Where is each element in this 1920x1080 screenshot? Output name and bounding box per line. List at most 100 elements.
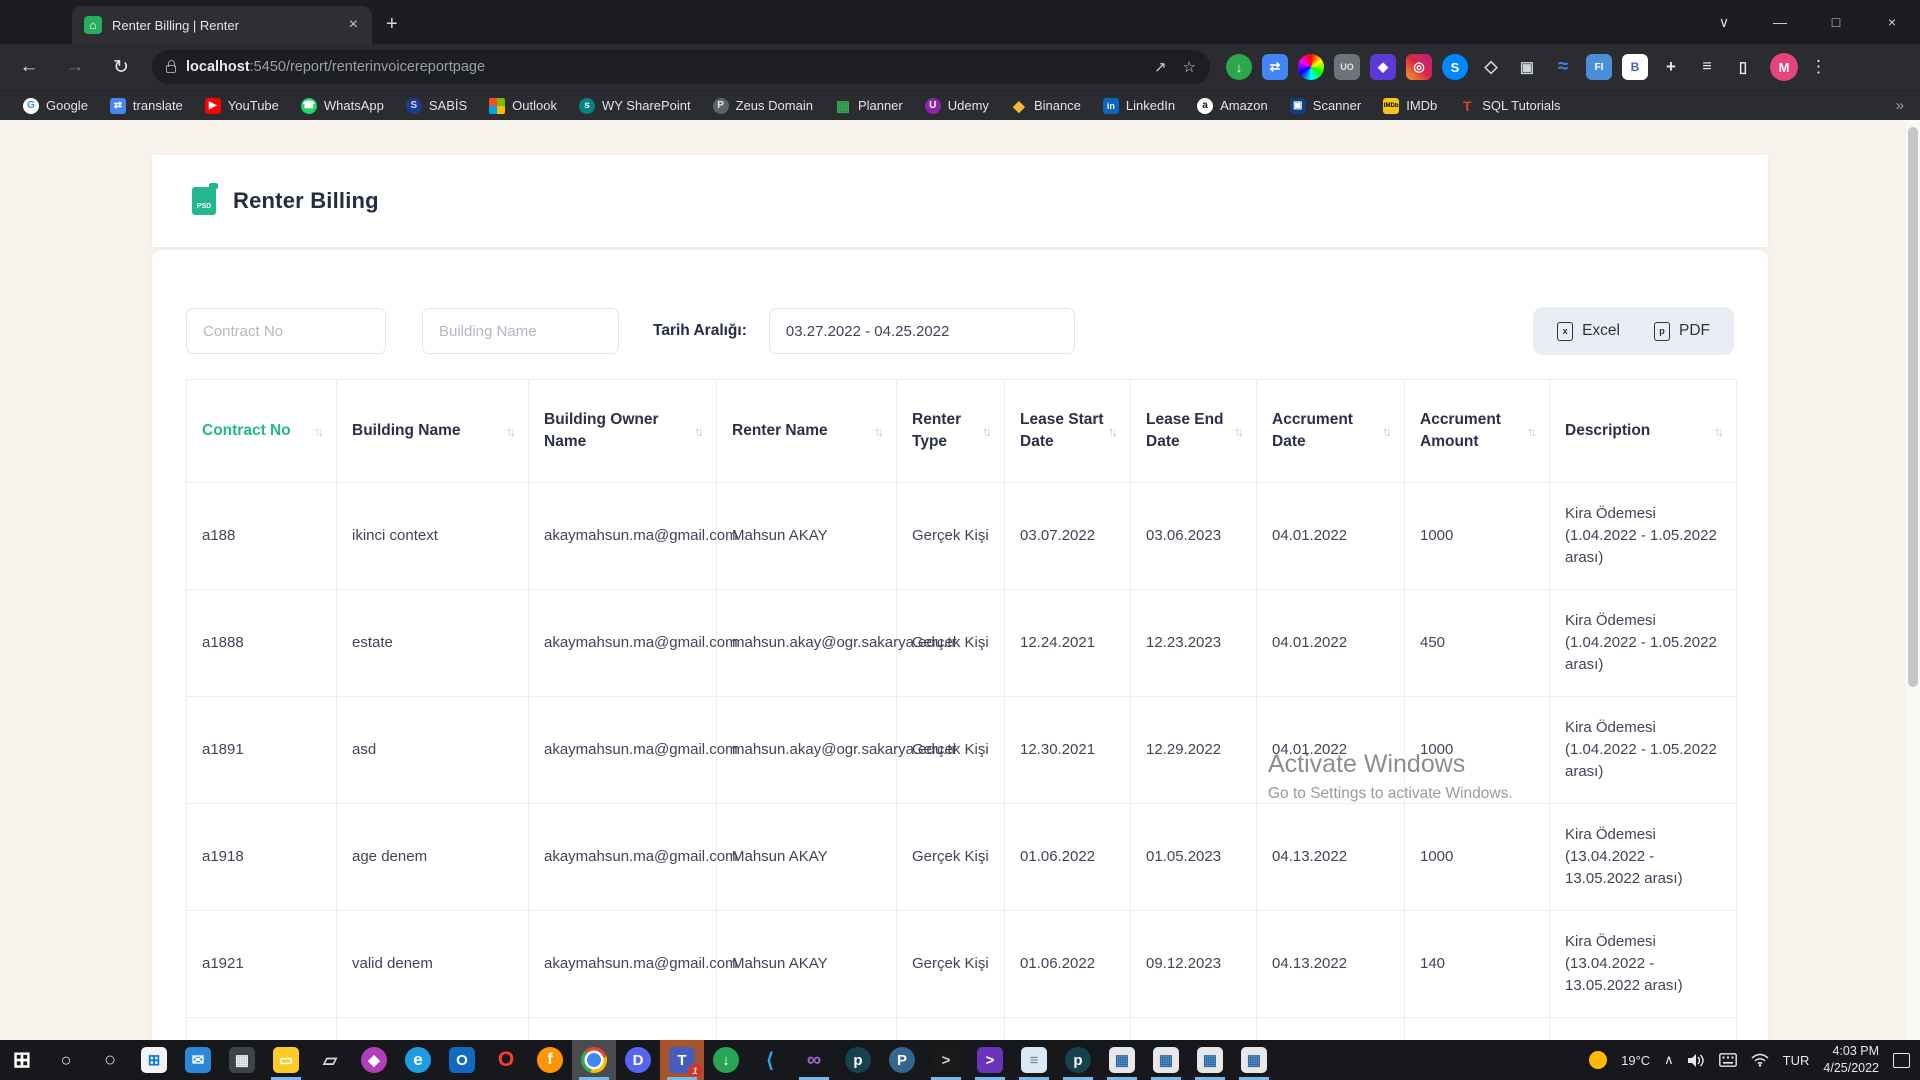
taskbar-icon-sql-window-1[interactable]: ▦ bbox=[1100, 1040, 1144, 1080]
temperature-label[interactable]: 19°C bbox=[1621, 1053, 1650, 1068]
back-button[interactable]: ← bbox=[12, 50, 46, 84]
bookmark-item-youtube[interactable]: ▶ YouTube bbox=[196, 95, 288, 117]
bookmark-item-udemy[interactable]: U Udemy bbox=[916, 95, 998, 117]
column-header-Lease End Date[interactable]: Lease End Date ↑↓ bbox=[1131, 380, 1257, 483]
extension-icon-sidebar[interactable]: ▯ bbox=[1730, 54, 1756, 80]
taskbar-icon-file-explorer[interactable]: ▭ bbox=[264, 1040, 308, 1080]
touch-keyboard-icon[interactable] bbox=[1719, 1053, 1737, 1067]
bookmark-item-whatsapp[interactable]: ☎ WhatsApp bbox=[292, 95, 393, 117]
taskbar-icon-firefox[interactable]: f bbox=[528, 1040, 572, 1080]
taskbar-icon-discord[interactable]: D bbox=[616, 1040, 660, 1080]
column-header-Description[interactable]: Description ↑↓ bbox=[1550, 380, 1737, 483]
bookmark-item-imdb[interactable]: IMDb IMDb bbox=[1374, 95, 1446, 117]
sort-icon[interactable]: ↑↓ bbox=[874, 424, 881, 439]
hidden-icons-chevron[interactable]: ∧ bbox=[1664, 1052, 1674, 1068]
taskbar-icon-store[interactable]: ⊞ bbox=[132, 1040, 176, 1080]
column-header-Contract No[interactable]: Contract No ↑↓ bbox=[187, 380, 337, 483]
weather-icon[interactable] bbox=[1589, 1051, 1607, 1069]
profile-avatar[interactable]: M bbox=[1770, 53, 1798, 81]
column-header-Accrument Amount[interactable]: Accrument Amount ↑↓ bbox=[1405, 380, 1550, 483]
extension-icon-wave[interactable]: ≈ bbox=[1550, 54, 1576, 80]
taskbar-icon-start[interactable]: ⊞ bbox=[0, 1040, 44, 1080]
extension-icon-purple-ext[interactable]: ◆ bbox=[1370, 54, 1396, 80]
column-header-Lease Start Date[interactable]: Lease Start Date ↑↓ bbox=[1005, 380, 1131, 483]
taskbar-icon-chrome[interactable] bbox=[572, 1040, 616, 1080]
extension-icon-color-wheel[interactable] bbox=[1298, 54, 1324, 80]
sort-icon[interactable]: ↑↓ bbox=[694, 424, 701, 439]
column-header-Accrument Date[interactable]: Accrument Date ↑↓ bbox=[1257, 380, 1405, 483]
taskbar-icon-idm[interactable]: ↓ bbox=[704, 1040, 748, 1080]
action-center-icon[interactable] bbox=[1893, 1053, 1910, 1068]
extension-icon-shazam[interactable]: S bbox=[1442, 54, 1468, 80]
extension-icon-google-translate[interactable]: ⇄ bbox=[1262, 54, 1288, 80]
extension-icon-fonts[interactable]: FI bbox=[1586, 54, 1612, 80]
taskbar-icon-calculator[interactable]: ▦ bbox=[220, 1040, 264, 1080]
wifi-icon[interactable] bbox=[1751, 1053, 1769, 1067]
taskbar-icon-display-connect[interactable]: ▱ bbox=[308, 1040, 352, 1080]
sort-icon[interactable]: ↑↓ bbox=[506, 424, 513, 439]
bookmark-item-linkedin[interactable]: in LinkedIn bbox=[1094, 95, 1184, 117]
refresh-button[interactable]: ↻ bbox=[104, 50, 138, 84]
sort-icon[interactable]: ↑↓ bbox=[1382, 424, 1389, 439]
sort-icon[interactable]: ↑↓ bbox=[1527, 424, 1534, 439]
taskbar-icon-vscode[interactable]: ⟨ bbox=[748, 1040, 792, 1080]
page-scrollbar[interactable] bbox=[1906, 120, 1920, 1040]
extension-icon-media-list[interactable]: ≡ bbox=[1694, 54, 1720, 80]
contract-no-input[interactable] bbox=[186, 308, 386, 354]
taskbar-icon-teams[interactable]: T 1 bbox=[660, 1040, 704, 1080]
taskbar-icon-edge[interactable]: e bbox=[396, 1040, 440, 1080]
browser-tab[interactable]: ⌂ Renter Billing | Renter × bbox=[72, 6, 372, 44]
sort-icon[interactable]: ↑↓ bbox=[982, 424, 989, 439]
taskbar-icon-sql-window-3[interactable]: ▦ bbox=[1188, 1040, 1232, 1080]
extension-icon-idm[interactable]: ↓ bbox=[1226, 54, 1252, 80]
excel-export-button[interactable]: x Excel bbox=[1543, 314, 1634, 349]
bookmark-item-scanner[interactable]: ▣ Scanner bbox=[1281, 95, 1370, 117]
taskbar-icon-opera[interactable]: O bbox=[484, 1040, 528, 1080]
taskbar-icon-sql-window-4[interactable]: ▦ bbox=[1232, 1040, 1276, 1080]
sort-icon[interactable]: ↑↓ bbox=[1234, 424, 1241, 439]
bookmark-item-sql-tutorials[interactable]: T SQL Tutorials bbox=[1450, 95, 1569, 117]
bookmark-item-amazon[interactable]: a Amazon bbox=[1188, 95, 1277, 117]
sort-icon[interactable]: ↑↓ bbox=[1714, 424, 1721, 439]
taskbar-icon-notepad[interactable]: ≡ bbox=[1012, 1040, 1056, 1080]
extension-icon-extensions-puzzle[interactable]: + bbox=[1658, 54, 1684, 80]
column-header-Building Name[interactable]: Building Name ↑↓ bbox=[337, 380, 529, 483]
pdf-export-button[interactable]: p PDF bbox=[1640, 314, 1724, 349]
tab-close-icon[interactable]: × bbox=[345, 16, 362, 34]
share-icon[interactable]: ↗ bbox=[1154, 58, 1167, 76]
sort-icon[interactable]: ↑↓ bbox=[1108, 424, 1115, 439]
bookmark-item-sabis[interactable]: S SABİS bbox=[397, 95, 476, 117]
lock-icon[interactable] bbox=[166, 65, 176, 73]
sort-icon[interactable]: ↑↓ bbox=[314, 424, 321, 439]
taskbar-icon-outlook[interactable]: O bbox=[440, 1040, 484, 1080]
taskbar-clock[interactable]: 4:03 PM 4/25/2022 bbox=[1823, 1043, 1879, 1077]
bookmark-item-planner[interactable]: ▦ Planner bbox=[826, 95, 912, 117]
bookmark-item-zeus-domain[interactable]: P Zeus Domain bbox=[704, 95, 822, 117]
taskbar-icon-paint-3d[interactable]: ◆ bbox=[352, 1040, 396, 1080]
window-minimize-button[interactable]: — bbox=[1752, 0, 1808, 44]
taskbar-icon-powershell[interactable]: > bbox=[968, 1040, 1012, 1080]
scrollbar-thumb[interactable] bbox=[1908, 127, 1918, 687]
extension-icon-instagram[interactable]: ◎ bbox=[1406, 54, 1432, 80]
bookmark-item-wy-sharepoint[interactable]: s WY SharePoint bbox=[570, 95, 700, 117]
language-indicator[interactable]: TUR bbox=[1783, 1053, 1810, 1068]
window-close-button[interactable]: × bbox=[1864, 0, 1920, 44]
taskbar-icon-postgresql[interactable]: P bbox=[880, 1040, 924, 1080]
browser-menu-icon[interactable]: ⋮ bbox=[1810, 57, 1827, 77]
bookmark-star-icon[interactable]: ☆ bbox=[1183, 58, 1196, 76]
taskbar-icon-search[interactable]: ○ bbox=[44, 1040, 88, 1080]
window-maximize-button[interactable]: □ bbox=[1808, 0, 1864, 44]
taskbar-icon-visual-studio[interactable]: ∞ bbox=[792, 1040, 836, 1080]
extension-icon-b-letter[interactable]: B bbox=[1622, 54, 1648, 80]
taskbar-icon-pgadmin-2[interactable]: p bbox=[1056, 1040, 1100, 1080]
volume-icon[interactable] bbox=[1688, 1053, 1705, 1068]
bookmark-item-translate[interactable]: ⇄ translate bbox=[101, 95, 192, 117]
extension-icon-camera[interactable]: ▣ bbox=[1514, 54, 1540, 80]
bookmark-item-outlook[interactable]: Outlook bbox=[480, 95, 566, 117]
column-header-Renter Name[interactable]: Renter Name ↑↓ bbox=[717, 380, 897, 483]
address-bar[interactable]: localhost:5450/report/renterinvoicerepor… bbox=[152, 50, 1210, 84]
extension-icon-ublock-origin[interactable]: UO bbox=[1334, 54, 1360, 80]
taskbar-icon-cortana[interactable]: ○ bbox=[88, 1040, 132, 1080]
column-header-Building Owner Name[interactable]: Building Owner Name ↑↓ bbox=[529, 380, 717, 483]
building-name-input[interactable] bbox=[422, 308, 619, 354]
